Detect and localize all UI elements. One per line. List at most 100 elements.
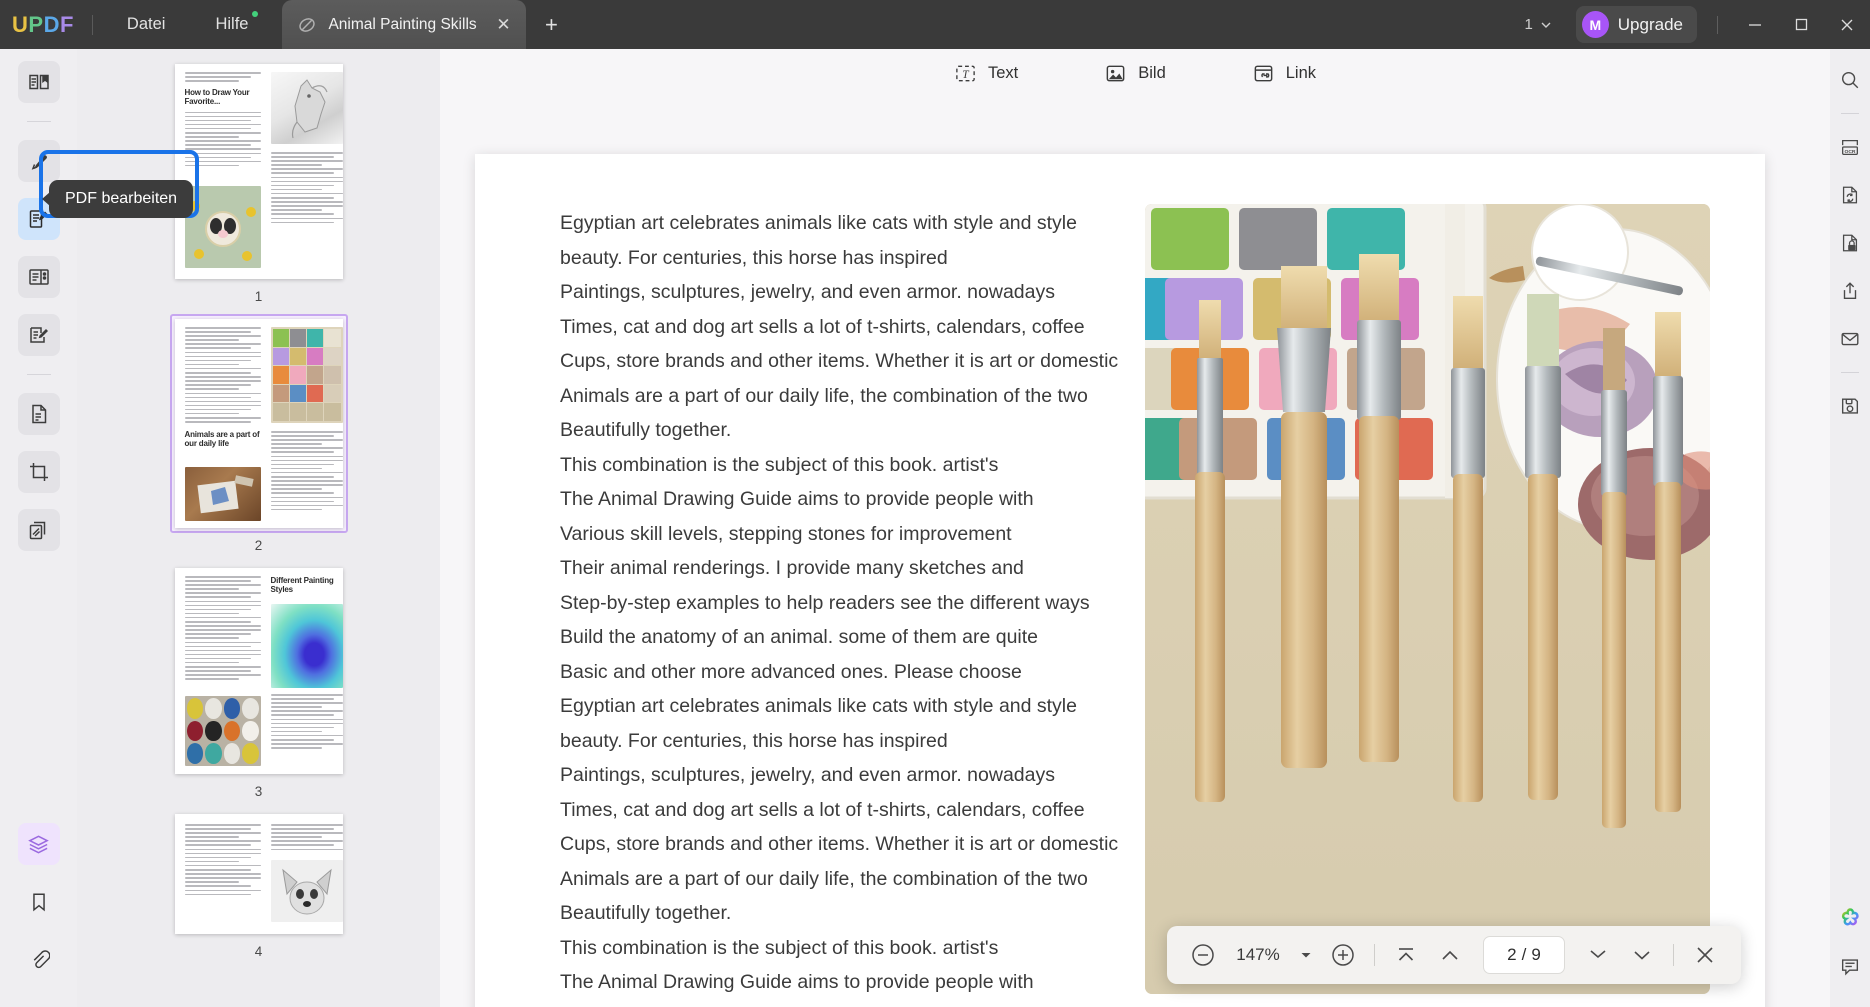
zoom-out-button[interactable] (1183, 935, 1223, 975)
mini-dog-sketch-1 (271, 72, 343, 144)
search-button[interactable] (1833, 63, 1867, 97)
chevron-down-icon (1540, 19, 1552, 31)
ai-assistant-button[interactable] (1833, 901, 1867, 935)
thumbnail-frame-1[interactable]: How to Draw Your Favorite... (170, 59, 348, 284)
thumbnail-item-2[interactable]: Animals are a part of our daily life (77, 314, 440, 553)
thumbnail-preview-2: Animals are a part of our daily life (175, 319, 343, 528)
tab-title: Animal Painting Skills (328, 16, 480, 34)
right-tool-rail: OCR (1830, 49, 1870, 1007)
zoom-in-icon (1330, 942, 1356, 968)
pdf-page-2[interactable]: Egyptian art celebrates animals like cat… (475, 154, 1765, 1007)
share-button[interactable] (1833, 274, 1867, 308)
sidebar-item-crop[interactable] (18, 451, 60, 493)
updf-logo[interactable]: UPDF (12, 12, 74, 38)
zoom-level-label[interactable]: 147% (1227, 945, 1289, 965)
maximize-button[interactable] (1778, 0, 1824, 49)
zoom-out-icon (1190, 942, 1216, 968)
tab-close-icon[interactable]: ✕ (490, 12, 516, 38)
upgrade-button[interactable]: M Upgrade (1576, 6, 1697, 43)
sidebar-item-annotate[interactable] (18, 140, 60, 182)
page-image-palette-brushes[interactable] (1145, 204, 1710, 994)
document-viewer: T Text Bild Link (440, 49, 1830, 1007)
menu-hilfe-label: Hilfe (215, 15, 248, 33)
thumbnail-preview-1: How to Draw Your Favorite... (175, 64, 343, 279)
doc-line: Various skill levels, stepping stones fo… (560, 1000, 1100, 1007)
doc-line: Paintings, sculptures, jewelry, and even… (560, 758, 1100, 793)
comment-button[interactable] (1833, 949, 1867, 983)
close-toolbar-button[interactable] (1685, 935, 1725, 975)
protect-button[interactable] (1833, 226, 1867, 260)
dog-sketch-graphic (271, 72, 343, 144)
zoom-dropdown-button[interactable] (1293, 938, 1319, 972)
sidebar-item-organize-pages[interactable] (18, 509, 60, 551)
link-icon (1252, 62, 1275, 85)
sidebar-item-sign[interactable] (18, 314, 60, 356)
mini-heading-3: Different Painting Styles (271, 576, 343, 595)
sidebar-item-attachment[interactable] (18, 939, 60, 981)
email-icon (1839, 328, 1861, 350)
convert-button[interactable] (1833, 178, 1867, 212)
add-link-label: Link (1286, 64, 1316, 83)
avatar: M (1582, 11, 1609, 38)
sidebar-item-form[interactable] (18, 256, 60, 298)
thumbnail-item-3[interactable]: Different Painting Styles (77, 563, 440, 799)
ocr-button[interactable]: OCR (1833, 130, 1867, 164)
last-page-button[interactable] (1622, 935, 1662, 975)
previous-page-button[interactable] (1430, 935, 1470, 975)
add-link-button[interactable]: Link (1239, 56, 1329, 91)
thumbnail-number-3: 3 (255, 784, 263, 799)
sidebar-item-bookmark[interactable] (18, 881, 60, 923)
mini-col-right-3 (271, 694, 343, 751)
layers-icon (27, 833, 50, 856)
attachment-icon (28, 949, 50, 971)
tooltip-text: PDF bearbeiten (65, 190, 177, 207)
palette-brushes-graphic (1145, 204, 1710, 994)
page-text-block[interactable]: Egyptian art celebrates animals like cat… (560, 206, 1100, 1007)
doc-line: Beautifully together. (560, 896, 1100, 931)
sidebar-item-reader[interactable] (18, 61, 60, 103)
menu-hilfe[interactable]: Hilfe (199, 9, 264, 40)
ai-assistant-icon (1837, 905, 1863, 931)
mini-page-1: How to Draw Your Favorite... (175, 64, 343, 279)
chevron-down-icon (1300, 949, 1312, 961)
save-button[interactable] (1833, 389, 1867, 423)
document-tab[interactable]: Animal Painting Skills ✕ (282, 0, 526, 49)
thumbnail-frame-3[interactable]: Different Painting Styles (170, 563, 348, 779)
page-navigation-toolbar: 147% 2 (1167, 926, 1741, 984)
tooltip-pdf-bearbeiten: PDF bearbeiten (49, 180, 193, 218)
organize-pages-icon (27, 518, 51, 542)
add-image-button[interactable]: Bild (1091, 56, 1179, 91)
thumbnail-preview-4 (175, 814, 343, 934)
first-page-button[interactable] (1386, 935, 1426, 975)
annotate-icon (27, 149, 51, 173)
thumbnail-frame-4[interactable] (170, 809, 348, 939)
doc-line: Beautifully together. (560, 413, 1100, 448)
doc-line: This combination is the subject of this … (560, 448, 1100, 483)
mini-heading-2: Animals are a part of our daily life (185, 430, 261, 449)
close-icon (1694, 944, 1716, 966)
logo-letter-u: U (12, 12, 28, 38)
toolbar-divider-2 (1673, 944, 1674, 966)
window-close-button[interactable] (1824, 0, 1870, 49)
zoom-in-button[interactable] (1323, 935, 1363, 975)
mini-embroidery-photo-1 (185, 186, 261, 268)
page-number-input[interactable]: 2 / 9 (1483, 936, 1565, 974)
svg-text:T: T (962, 69, 970, 81)
thumbnail-item-4[interactable]: 4 (77, 809, 440, 959)
doc-line: beauty. For centuries, this horse has in… (560, 724, 1100, 759)
menu-datei[interactable]: Datei (111, 9, 182, 40)
protect-icon (1839, 232, 1861, 254)
sidebar-item-layers[interactable] (18, 823, 60, 865)
add-text-button[interactable]: T Text (941, 56, 1031, 91)
new-tab-button[interactable]: + (534, 8, 568, 42)
first-page-icon (1394, 943, 1418, 967)
email-button[interactable] (1833, 322, 1867, 356)
window-count-dropdown[interactable]: 1 (1516, 11, 1559, 38)
page-scroll-area[interactable]: Egyptian art celebrates animals like cat… (440, 98, 1830, 1007)
minimize-button[interactable] (1732, 0, 1778, 49)
convert-icon (27, 402, 51, 426)
thumbnail-frame-2[interactable]: Animals are a part of our daily life (170, 314, 348, 533)
mini-desk-photo-2 (185, 467, 261, 521)
next-page-button[interactable] (1578, 935, 1618, 975)
sidebar-item-convert[interactable] (18, 393, 60, 435)
